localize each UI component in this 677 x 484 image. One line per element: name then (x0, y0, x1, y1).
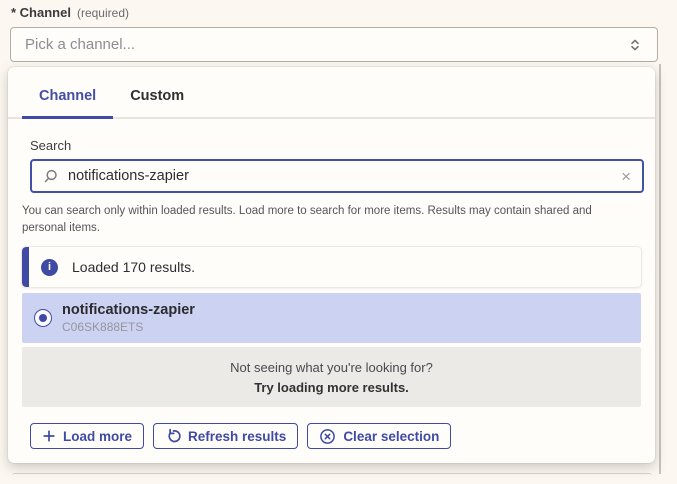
plus-icon (42, 429, 56, 443)
radio-dot (39, 314, 47, 322)
refresh-results-button[interactable]: Refresh results (153, 423, 298, 449)
search-label: Search (30, 138, 641, 153)
load-more-label: Load more (63, 429, 132, 444)
refresh-results-label: Refresh results (188, 429, 286, 444)
result-texts: notifications-zapier C06SK888ETS (62, 302, 195, 334)
alert-accent-bar (22, 247, 29, 287)
search-input-box[interactable]: × (30, 159, 644, 193)
channel-field-label-text: * Channel (11, 5, 71, 20)
required-hint: (required) (77, 6, 129, 20)
dropdown-body: Search × You can search only within load… (8, 138, 655, 449)
dropdown-tabs: Channel Custom (8, 67, 655, 119)
next-field-top-edge (12, 473, 652, 484)
channel-select[interactable]: Pick a channel... (10, 27, 658, 62)
search-help-text: You can search only within loaded result… (22, 203, 619, 237)
hint-line1: Not seeing what you're looking for? (230, 360, 433, 375)
tab-custom[interactable]: Custom (113, 88, 201, 117)
page-scrollbar[interactable] (659, 64, 661, 474)
result-row-notifications-zapier[interactable]: notifications-zapier C06SK888ETS (22, 293, 641, 343)
result-id: C06SK888ETS (62, 320, 195, 334)
search-input[interactable] (68, 168, 611, 184)
alert-text: Loaded 170 results. (72, 259, 195, 275)
chevron-updown-icon (627, 37, 643, 53)
load-more-hint: Not seeing what you're looking for? Try … (22, 347, 641, 407)
clear-selection-button[interactable]: Clear selection (307, 423, 451, 449)
search-icon (43, 169, 58, 184)
tab-channel-label: Channel (39, 88, 96, 104)
result-title: notifications-zapier (62, 302, 195, 319)
clear-search-icon[interactable]: × (621, 168, 631, 185)
info-icon: i (41, 259, 58, 276)
channel-field-label: * Channel (required) (11, 5, 129, 20)
radio-selected-icon[interactable] (34, 309, 52, 327)
channel-dropdown-panel: Channel Custom Search × You can search o… (8, 67, 655, 463)
clear-circle-icon (319, 428, 336, 445)
dropdown-actions: Load more Refresh results Clear selectio… (30, 423, 641, 449)
tab-channel[interactable]: Channel (22, 88, 113, 117)
clear-selection-label: Clear selection (343, 429, 439, 444)
loaded-results-alert: i Loaded 170 results. (22, 247, 641, 287)
tab-custom-label: Custom (130, 88, 184, 104)
refresh-icon (165, 428, 181, 444)
hint-line2: Try loading more results. (254, 380, 409, 395)
load-more-button[interactable]: Load more (30, 423, 144, 449)
channel-select-placeholder: Pick a channel... (25, 36, 627, 53)
